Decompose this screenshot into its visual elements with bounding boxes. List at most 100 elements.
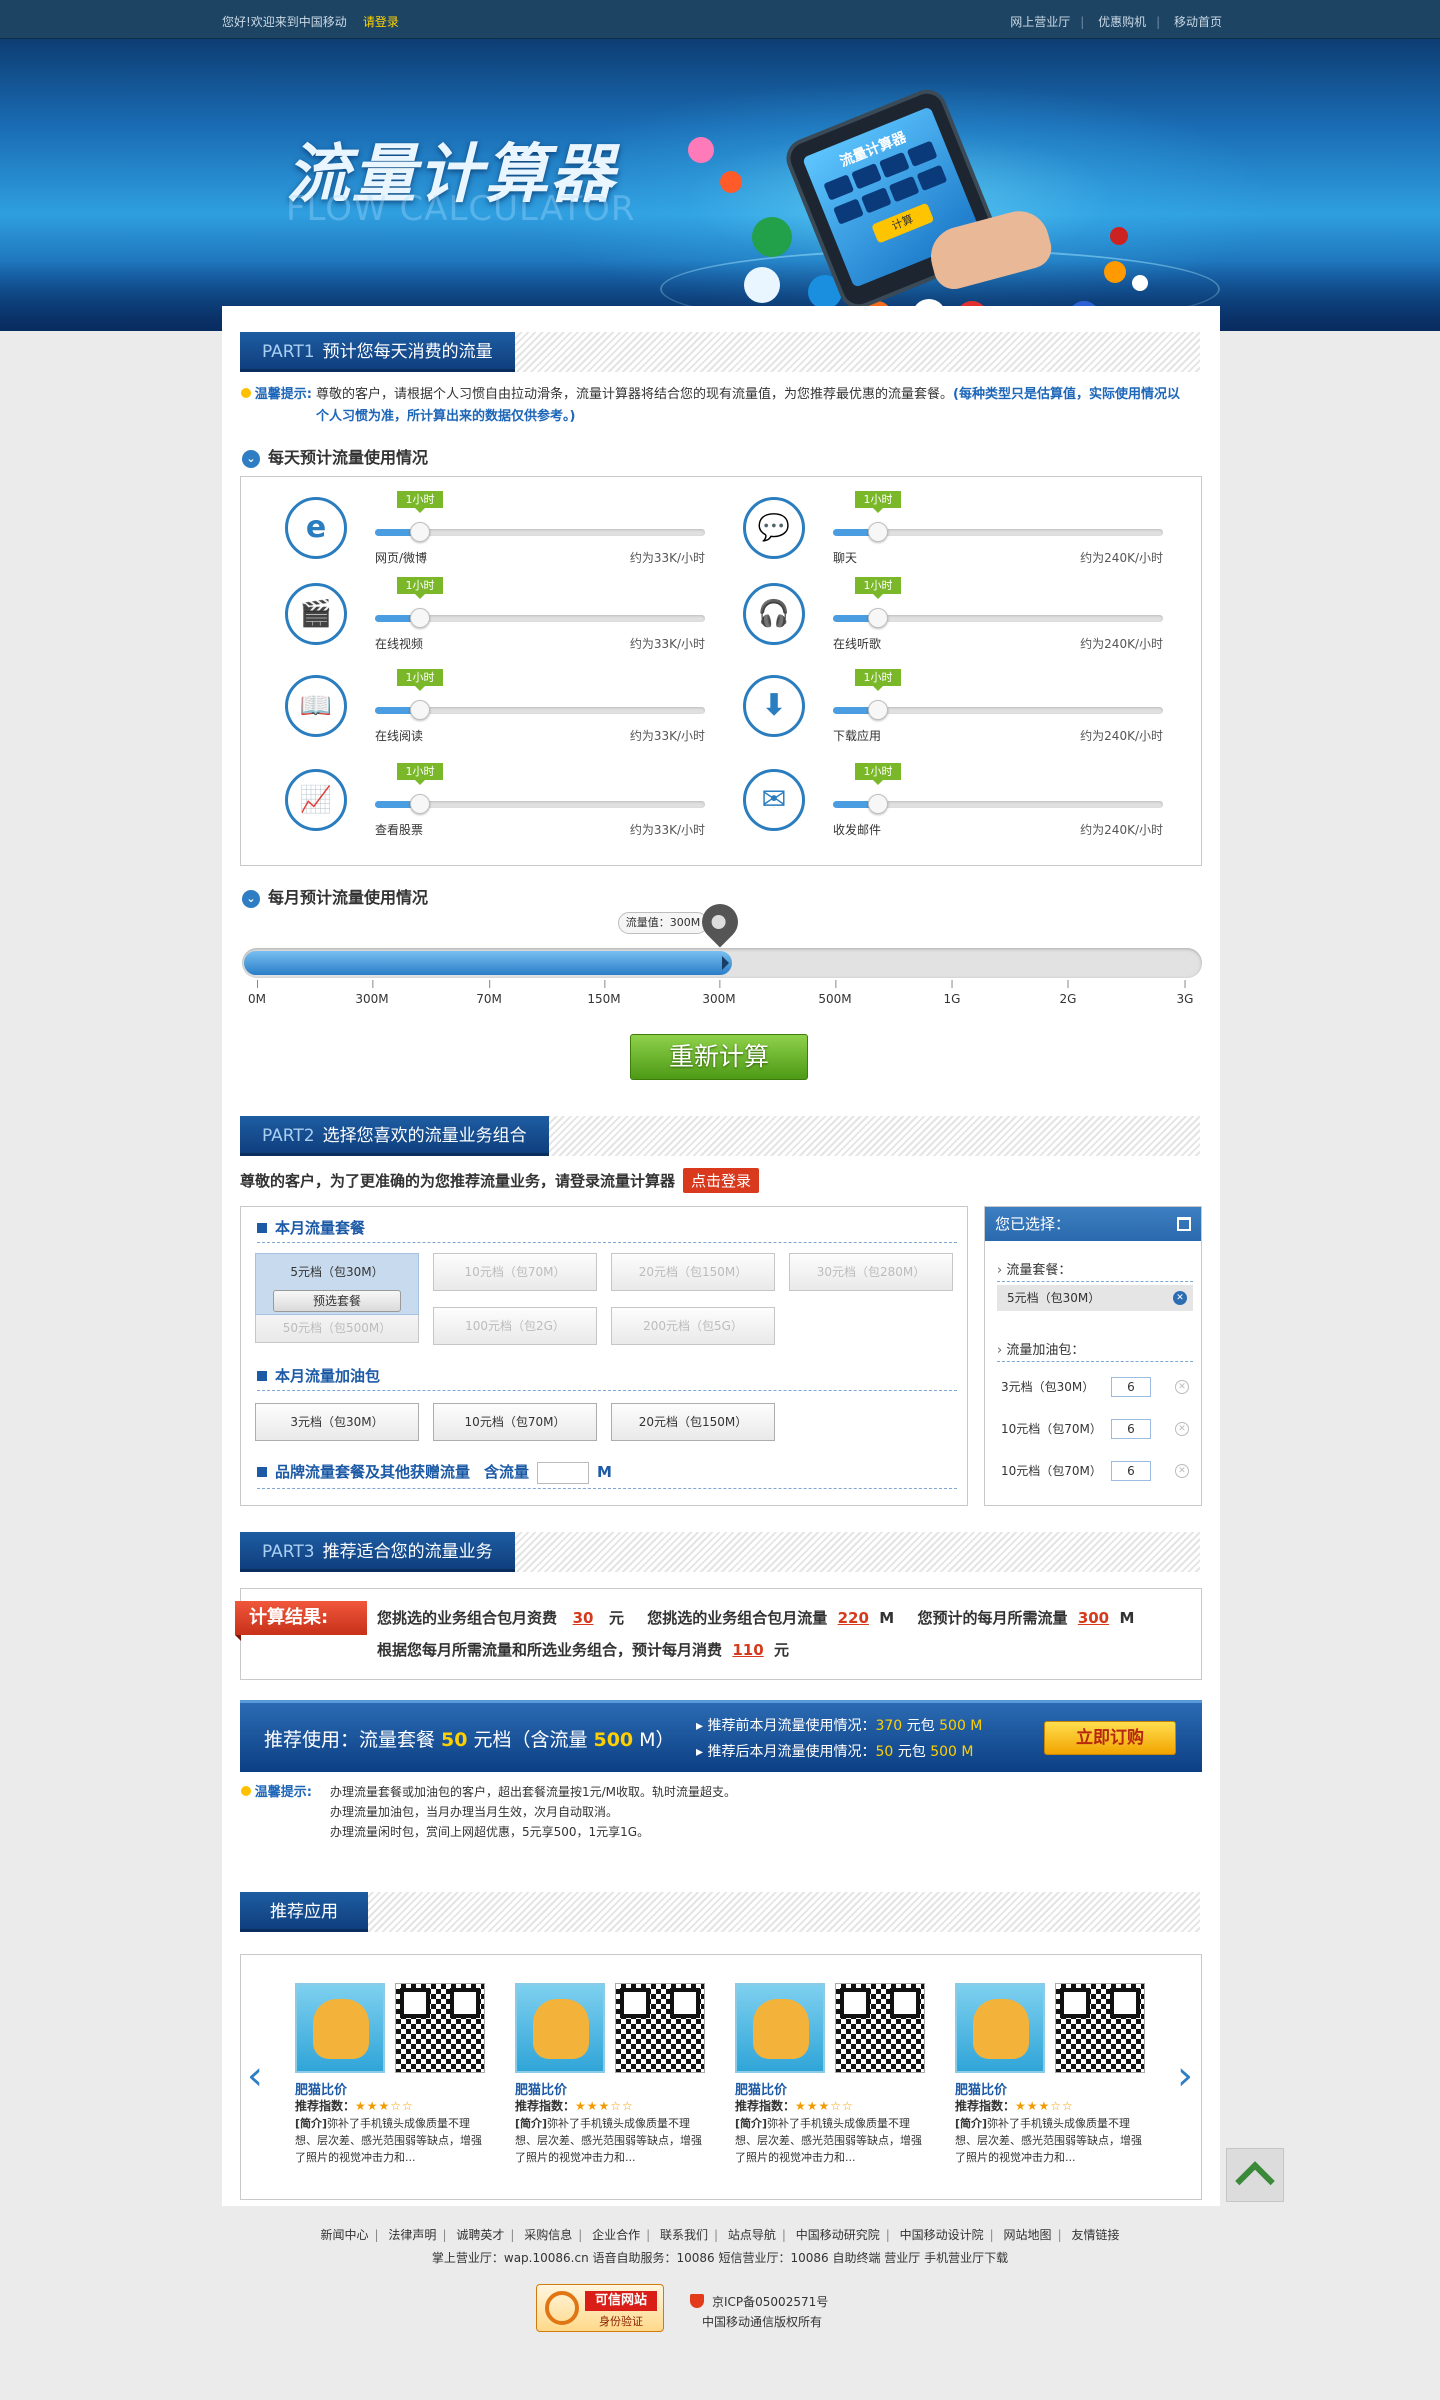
- usage-rate: 约为240K/小时: [1080, 823, 1163, 837]
- slider-handle[interactable]: [868, 794, 888, 814]
- app-card[interactable]: 肥猫比价 推荐指数：★★★☆☆ [简介]弥补了手机镜头成像质量不理想、层次差、感…: [955, 1983, 1155, 2183]
- usage-name: 在线阅读: [375, 729, 424, 743]
- plan-option-20[interactable]: 20元档（包150M）: [611, 1253, 775, 1291]
- footer-link[interactable]: 站点导航: [728, 2228, 776, 2242]
- footer-link[interactable]: 中国移动研究院: [796, 2228, 880, 2242]
- slider-handle[interactable]: [868, 700, 888, 720]
- phone-key: [860, 187, 892, 214]
- addon-option-20[interactable]: 20元档（包150M）: [611, 1403, 775, 1441]
- daily-section-title: ⌄ 每天预计流量使用情况: [242, 444, 428, 468]
- footer-link[interactable]: 中国移动设计院: [900, 2228, 984, 2242]
- divider: |: [646, 2228, 651, 2242]
- footer-link[interactable]: 采购信息: [524, 2228, 572, 2242]
- phone-key: [851, 163, 882, 190]
- addon-name: 10元档（包70M）: [1001, 1464, 1102, 1478]
- back-to-top-button[interactable]: [1226, 2148, 1284, 2202]
- qr-code-icon: [1055, 1983, 1145, 2073]
- m-unit: M: [879, 1609, 895, 1627]
- apps-header: 推荐应用: [240, 1892, 1200, 1932]
- qr-code-icon: [835, 1983, 925, 2073]
- scale-tick: 0M: [248, 980, 266, 1006]
- scale-tick: 70M: [476, 980, 502, 1006]
- app-card[interactable]: 肥猫比价 推荐指数：★★★☆☆ [简介]弥补了手机镜头成像质量不理想、层次差、感…: [735, 1983, 935, 2183]
- trusted-site-badge[interactable]: 可信网站 身份验证: [536, 2284, 664, 2332]
- scale-tick: 300M: [355, 980, 389, 1006]
- click-login-button[interactable]: 点击登录: [683, 1168, 760, 1193]
- usage-item-stocks: 📈 1小时 查看股票 约为33K/小时: [253, 759, 705, 839]
- remove-icon[interactable]: ✕: [1175, 1380, 1189, 1394]
- plan-option-50[interactable]: 50元档（包500M）: [255, 1315, 419, 1343]
- brand-flow-input[interactable]: [537, 1461, 590, 1484]
- slider-handle[interactable]: [410, 794, 430, 814]
- greeting: 您好!欢迎来到中国移动 请登录: [222, 13, 399, 30]
- order-now-button[interactable]: 立即订购: [1044, 1721, 1176, 1755]
- headphones-icon: 🎧: [743, 583, 805, 645]
- login-link[interactable]: 请登录: [363, 15, 399, 29]
- slider-handle[interactable]: [868, 522, 888, 542]
- quantity-stepper[interactable]: 6: [1111, 1419, 1151, 1439]
- footer-link[interactable]: 友情链接: [1071, 2228, 1119, 2242]
- link-phone-deals[interactable]: 优惠购机: [1098, 15, 1146, 29]
- icp-number[interactable]: 京ICP备05002571号: [712, 2295, 828, 2309]
- plan-option-200[interactable]: 200元档（包5G）: [611, 1307, 775, 1345]
- preselect-button[interactable]: 预选套餐: [273, 1290, 401, 1312]
- app-bubble-icon: [1132, 275, 1148, 291]
- tip-label-wrap: 温馨提示:: [222, 384, 312, 406]
- app-name[interactable]: 肥猫比价: [955, 2079, 1007, 2098]
- footer-link[interactable]: 新闻中心: [321, 2228, 369, 2242]
- app-card[interactable]: 肥猫比价 推荐指数：★★★☆☆ [简介]弥补了手机镜头成像质量不理想、层次差、感…: [515, 1983, 715, 2183]
- link-online-hall[interactable]: 网上营业厅: [1010, 15, 1070, 29]
- quantity-stepper[interactable]: 6: [1111, 1377, 1151, 1397]
- slider-handle[interactable]: [410, 522, 430, 542]
- app-name[interactable]: 肥猫比价: [515, 2079, 567, 2098]
- footer-link[interactable]: 法律声明: [388, 2228, 436, 2242]
- usage-item-web: e 1小时 网页/微博 约为33K/小时: [253, 487, 705, 567]
- part1-title: 预计您每天消费的流量: [322, 342, 493, 362]
- slider-handle[interactable]: [868, 608, 888, 628]
- addon-option-3[interactable]: 3元档（包30M）: [255, 1403, 419, 1441]
- slider-handle[interactable]: [410, 700, 430, 720]
- app-bubble-icon: [688, 137, 714, 163]
- slider-handle[interactable]: [410, 608, 430, 628]
- trash-icon[interactable]: [1177, 1217, 1191, 1231]
- footer-link[interactable]: 网站地图: [1004, 2228, 1052, 2242]
- login-prompt: 尊敬的客户，为了更准确的为您推荐流量业务，请登录流量计算器 点击登录: [240, 1168, 760, 1193]
- app-card[interactable]: 肥猫比价 推荐指数：★★★☆☆ [简介]弥补了手机镜头成像质量不理想、层次差、感…: [295, 1983, 495, 2183]
- plan-option-100[interactable]: 100元档（包2G）: [433, 1307, 597, 1345]
- rating-label: 推荐指数：: [955, 2099, 1016, 2113]
- link-home[interactable]: 移动首页: [1174, 15, 1222, 29]
- plan-option-30[interactable]: 30元档（包280M）: [789, 1253, 953, 1291]
- desc-label: [简介]: [515, 2117, 548, 2130]
- chevron-left-icon[interactable]: ‹: [247, 2053, 263, 2099]
- addon-option-10[interactable]: 10元档（包70M）: [433, 1403, 597, 1441]
- recalculate-button[interactable]: 重新计算: [630, 1034, 808, 1080]
- footer-link[interactable]: 联系我们: [660, 2228, 708, 2242]
- footer-link[interactable]: 企业合作: [592, 2228, 640, 2242]
- remove-icon[interactable]: ✕: [1175, 1422, 1189, 1436]
- map-pin-icon[interactable]: [694, 896, 746, 948]
- plan-option-10[interactable]: 10元档（包70M）: [433, 1253, 597, 1291]
- app-name[interactable]: 肥猫比价: [295, 2079, 347, 2098]
- top-links: 网上营业厅 | 优惠购机 | 移动首页: [1000, 13, 1222, 30]
- footer-link[interactable]: 诚聘英才: [456, 2228, 504, 2242]
- chevron-right-icon[interactable]: ›: [1177, 2053, 1193, 2099]
- plan-subtitle: 本月流量套餐: [257, 1217, 957, 1243]
- part2-header: PART2 选择您喜欢的流量业务组合: [240, 1116, 1200, 1156]
- after-mid: 元包: [897, 1744, 926, 1760]
- remove-icon[interactable]: ✕: [1175, 1464, 1189, 1478]
- divider: |: [510, 2228, 515, 2242]
- phone-calc-button: 计算: [871, 202, 935, 244]
- app-name[interactable]: 肥猫比价: [735, 2079, 787, 2098]
- plan-option-5[interactable]: 5元档（包30M） 预选套餐: [255, 1253, 419, 1315]
- phone-key: [878, 151, 910, 179]
- divider: |: [1080, 15, 1085, 29]
- usage-name: 下载应用: [833, 729, 882, 743]
- brand-subtitle: 品牌流量套餐及其他获赠流量 含流量 M: [257, 1461, 957, 1489]
- tip-bulb-icon: [240, 388, 251, 398]
- monthly-slider-track[interactable]: [242, 948, 1202, 978]
- divider: |: [885, 2228, 890, 2242]
- quantity-stepper[interactable]: 6: [1111, 1461, 1151, 1481]
- book-icon: 📖: [285, 675, 347, 737]
- usage-rate: 约为240K/小时: [1080, 729, 1163, 743]
- remove-icon[interactable]: ✕: [1173, 1291, 1187, 1305]
